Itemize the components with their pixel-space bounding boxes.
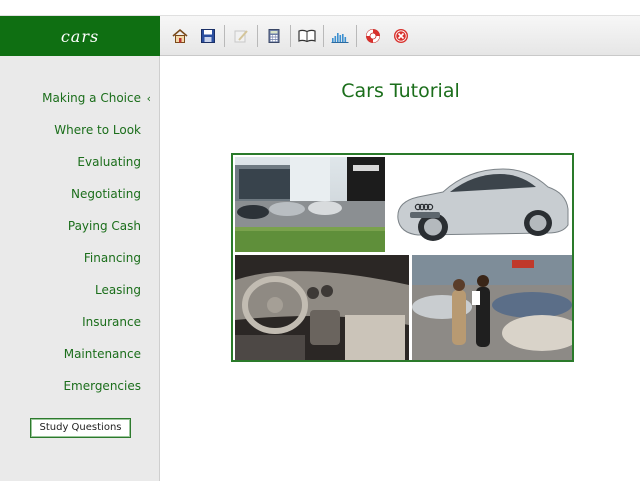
glossary-book-icon bbox=[298, 29, 316, 42]
home-button[interactable] bbox=[169, 25, 191, 47]
study-questions-button[interactable]: Study Questions bbox=[30, 418, 131, 438]
toolbar-separator bbox=[356, 24, 357, 47]
toolbar-separator bbox=[290, 24, 291, 47]
sidebar-item-maintenance[interactable]: Maintenance bbox=[64, 347, 141, 361]
save-button[interactable] bbox=[197, 25, 219, 47]
toolbar bbox=[160, 16, 640, 56]
sidebar-item-making-a-choice[interactable]: Making a Choice bbox=[42, 91, 141, 105]
chart-button[interactable] bbox=[329, 25, 351, 47]
sidebar-item-leasing[interactable]: Leasing bbox=[95, 283, 141, 297]
sidebar-item-negotiating[interactable]: Negotiating bbox=[71, 187, 141, 201]
notes-button[interactable] bbox=[230, 25, 252, 47]
toolbar-separator bbox=[224, 24, 225, 47]
main-content: Cars Tutorial bbox=[161, 56, 640, 481]
car-lot-buyers-photo bbox=[412, 255, 572, 360]
calculator-button[interactable] bbox=[263, 25, 285, 47]
car-interior-dashboard-photo bbox=[235, 255, 409, 360]
sidebar-item-insurance[interactable]: Insurance bbox=[82, 315, 141, 329]
sidebar-nav: Making a Choice ‹ Where to Look Evaluati… bbox=[0, 56, 160, 481]
app-logo: cars bbox=[60, 26, 100, 46]
logo-bar: cars bbox=[0, 16, 160, 56]
glossary-button[interactable] bbox=[296, 25, 318, 47]
active-item-marker: ‹ bbox=[146, 92, 151, 105]
sidebar-item-evaluating[interactable]: Evaluating bbox=[77, 155, 141, 169]
close-button[interactable] bbox=[390, 25, 412, 47]
cars-photo-collage bbox=[231, 153, 574, 362]
sidebar-item-emergencies[interactable]: Emergencies bbox=[63, 379, 141, 393]
sidebar-item-financing[interactable]: Financing bbox=[84, 251, 141, 265]
page-title: Cars Tutorial bbox=[341, 80, 460, 102]
app-window: cars Making a Choice ‹ Where to Look Eva… bbox=[0, 0, 640, 481]
notes-icon bbox=[234, 29, 248, 42]
home-icon bbox=[172, 28, 188, 43]
chart-icon bbox=[331, 32, 349, 43]
toolbar-separator bbox=[323, 24, 324, 47]
sidebar-item-paying-cash[interactable]: Paying Cash bbox=[68, 219, 141, 233]
calculator-icon bbox=[268, 28, 280, 43]
sidebar-item-where-to-look[interactable]: Where to Look bbox=[54, 123, 141, 137]
help-button[interactable] bbox=[362, 25, 384, 47]
close-icon bbox=[394, 28, 408, 43]
dealership-lot-photo bbox=[235, 157, 385, 252]
help-lifebuoy-icon bbox=[366, 28, 380, 43]
toolbar-separator bbox=[257, 24, 258, 47]
silver-sports-car-photo bbox=[388, 157, 572, 252]
save-icon bbox=[201, 28, 215, 43]
